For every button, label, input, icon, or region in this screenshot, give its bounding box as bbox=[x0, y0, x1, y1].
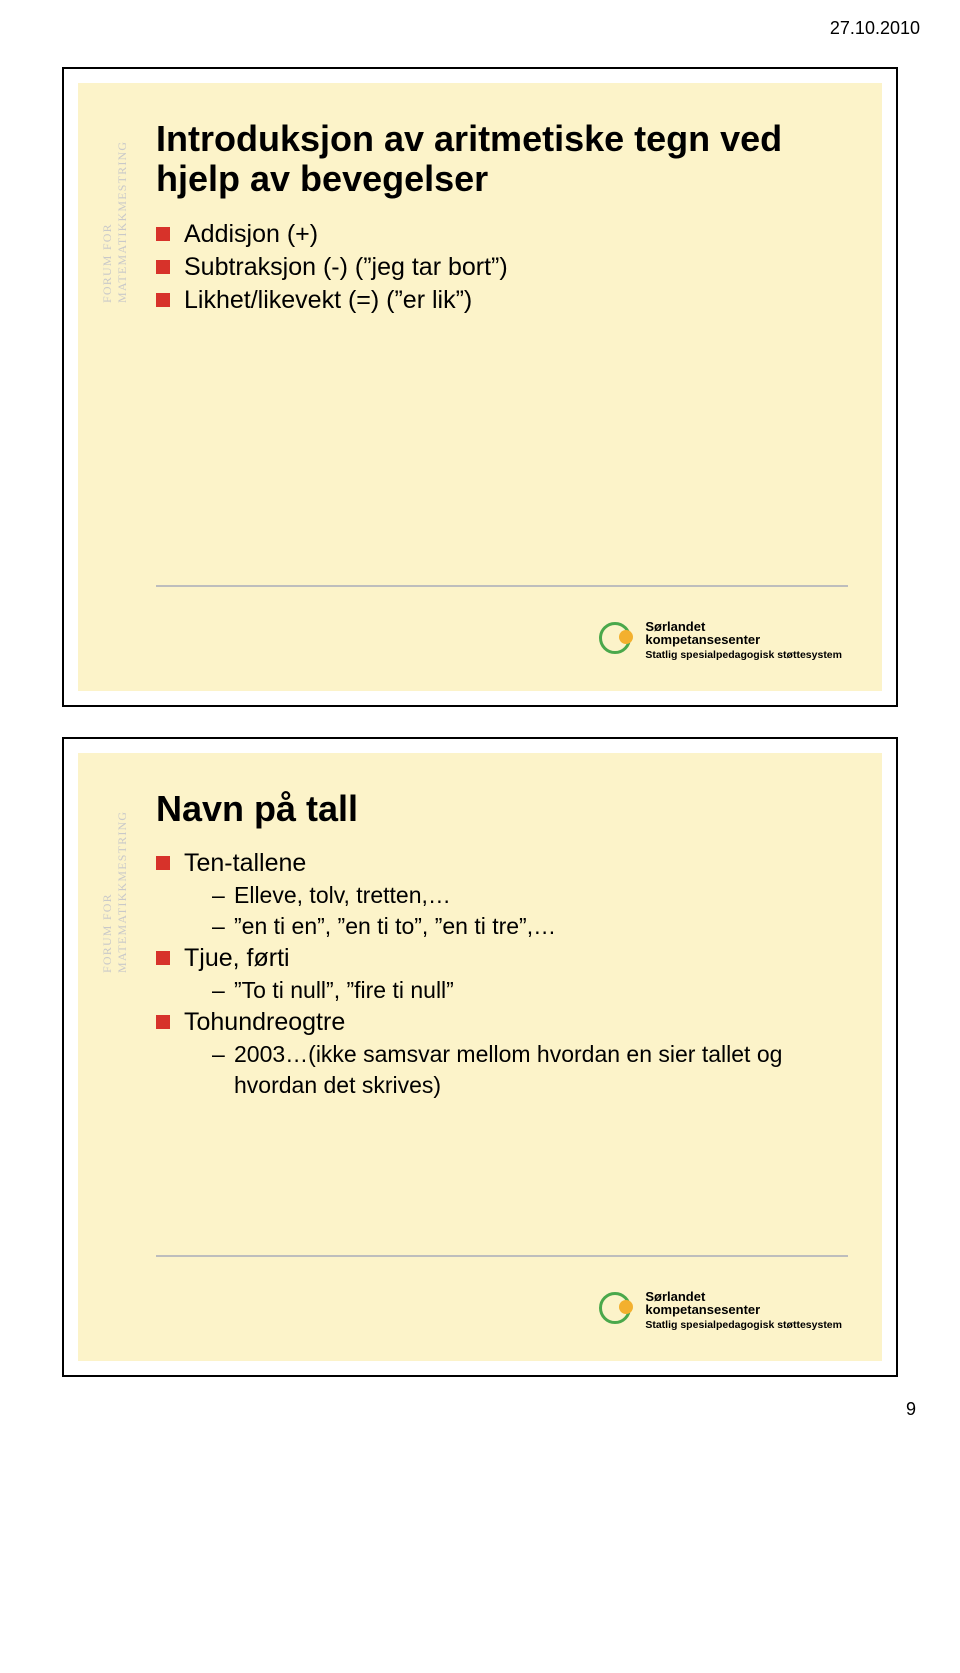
bullet-item: Subtraksjon (-) (”jeg tar bort”) bbox=[156, 251, 842, 284]
slide-1-title: Introduksjon av aritmetiske tegn ved hje… bbox=[156, 119, 842, 200]
logo-text: Sørlandet kompetansesenter Statlig spesi… bbox=[645, 1290, 842, 1331]
logo-block: Sørlandet kompetansesenter Statlig spesi… bbox=[597, 1290, 842, 1331]
page-date: 27.10.2010 bbox=[0, 0, 960, 47]
logo-line3: Statlig spesialpedagogisk støttesystem bbox=[645, 1320, 842, 1331]
divider-line bbox=[156, 585, 848, 587]
logo-line2: kompetansesenter bbox=[645, 1303, 842, 1317]
slide-2: FORUM FOR MATEMATIKKMESTRING Navn på tal… bbox=[62, 737, 898, 1377]
page-number: 9 bbox=[0, 1387, 960, 1444]
logo-block: Sørlandet kompetansesenter Statlig spesi… bbox=[597, 620, 842, 661]
sub-item: ”To ti null”, ”fire ti null” bbox=[212, 975, 842, 1006]
slide-2-bullets: Ten-tallene Elleve, tolv, tretten,… ”en … bbox=[156, 847, 842, 1100]
logo-line2: kompetansesenter bbox=[645, 633, 842, 647]
sub-list: ”To ti null”, ”fire ti null” bbox=[212, 975, 842, 1006]
bullet-item: Addisjon (+) bbox=[156, 218, 842, 251]
sub-list: Elleve, tolv, tretten,… ”en ti en”, ”en … bbox=[212, 880, 842, 942]
bullet-item: Tohundreogtre 2003…(ikke samsvar mellom … bbox=[156, 1006, 842, 1101]
bullet-text: Tohundreogtre bbox=[184, 1008, 345, 1036]
logo-line1: Sørlandet bbox=[645, 1290, 842, 1304]
slide-1-canvas: FORUM FOR MATEMATIKKMESTRING Introduksjo… bbox=[78, 83, 882, 691]
bullet-item: Ten-tallene Elleve, tolv, tretten,… ”en … bbox=[156, 847, 842, 942]
slide-1: FORUM FOR MATEMATIKKMESTRING Introduksjo… bbox=[62, 67, 898, 707]
sub-item: Elleve, tolv, tretten,… bbox=[212, 880, 842, 911]
sub-item: ”en ti en”, ”en ti to”, ”en ti tre”,… bbox=[212, 911, 842, 942]
logo-line3: Statlig spesialpedagogisk støttesystem bbox=[645, 650, 842, 661]
logo-icon bbox=[597, 1290, 637, 1330]
slide-1-wrap: FORUM FOR MATEMATIKKMESTRING Introduksjo… bbox=[0, 47, 960, 717]
bullet-item: Tjue, førti ”To ti null”, ”fire ti null” bbox=[156, 942, 842, 1006]
bullet-item: Likhet/likevekt (=) (”er lik”) bbox=[156, 284, 842, 317]
slide-2-content: Navn på tall Ten-tallene Elleve, tolv, t… bbox=[156, 789, 842, 1100]
divider-line bbox=[156, 1255, 848, 1257]
slide-1-bullets: Addisjon (+) Subtraksjon (-) (”jeg tar b… bbox=[156, 218, 842, 317]
sub-item: 2003…(ikke samsvar mellom hvordan en sie… bbox=[212, 1039, 842, 1101]
logo-icon bbox=[597, 620, 637, 660]
slide-2-title: Navn på tall bbox=[156, 789, 842, 829]
bullet-text: Ten-tallene bbox=[184, 849, 306, 877]
slide-1-content: Introduksjon av aritmetiske tegn ved hje… bbox=[156, 119, 842, 317]
vertical-label: FORUM FOR MATEMATIKKMESTRING bbox=[100, 773, 130, 973]
vertical-label: FORUM FOR MATEMATIKKMESTRING bbox=[100, 103, 130, 303]
logo-text: Sørlandet kompetansesenter Statlig spesi… bbox=[645, 620, 842, 661]
bullet-text: Tjue, førti bbox=[184, 944, 290, 972]
slide-2-canvas: FORUM FOR MATEMATIKKMESTRING Navn på tal… bbox=[78, 753, 882, 1361]
sub-list: 2003…(ikke samsvar mellom hvordan en sie… bbox=[212, 1039, 842, 1101]
logo-line1: Sørlandet bbox=[645, 620, 842, 634]
slide-2-wrap: FORUM FOR MATEMATIKKMESTRING Navn på tal… bbox=[0, 717, 960, 1387]
